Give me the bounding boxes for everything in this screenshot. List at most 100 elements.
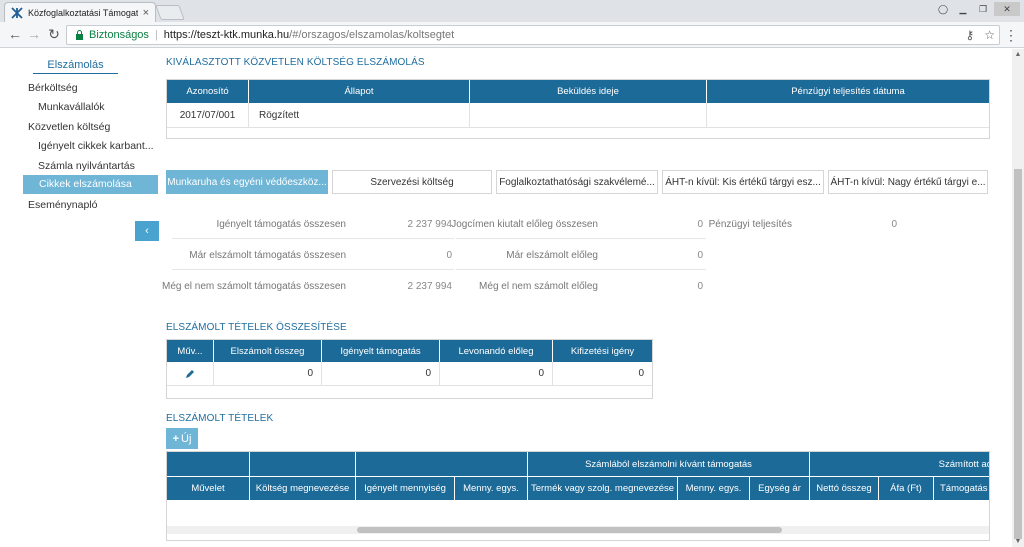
col-header[interactable]: Kifizetési igény [553, 340, 652, 362]
table-cell: 2017/07/001 [167, 103, 249, 127]
aggregate-title: ELSZÁMOLT TÉTELEK ÖSSZESÍTÉSE [166, 322, 347, 333]
col-header[interactable]: Egység ár [750, 477, 810, 500]
col-header[interactable]: Támogatás [934, 477, 989, 500]
window-close-icon[interactable]: ✕ [994, 2, 1020, 16]
col-header[interactable]: Termék vagy szolg. megnevezése [528, 477, 678, 500]
stat-value: 0 [891, 219, 897, 230]
maximize-icon[interactable]: ❐ [974, 2, 992, 16]
reload-icon[interactable]: ↻ [45, 26, 63, 43]
table-cell [707, 103, 989, 127]
table-cell: 0 [214, 362, 322, 385]
sidebar-item-igenyelt-cikkek[interactable]: Igényelt cikkek karbant... [38, 140, 154, 152]
browser-tab[interactable]: Közfoglalkoztatási Támogat × [4, 2, 156, 22]
col-header[interactable]: Igényelt mennyiség [356, 477, 455, 500]
bookmark-star-icon[interactable]: ☆ [984, 28, 995, 42]
window-controls: ◯ ▁ ❐ ✕ [934, 2, 1020, 16]
col-header[interactable]: Menny. egys. [678, 477, 750, 500]
back-arrow-icon[interactable]: ← [6, 26, 24, 42]
table-cell: Rögzített [249, 103, 470, 127]
sidebar-item-cikkek-elszamolasa[interactable]: Cikkek elszámolása [23, 175, 158, 194]
address-bar[interactable]: Biztonságos | https://teszt-ktk.munka.hu… [66, 25, 1000, 45]
stat-value: 0 [446, 250, 452, 261]
sidebar-item-szamla-nyilvantartas[interactable]: Számla nyilvántartás [38, 160, 135, 172]
sidebar-header[interactable]: Elszámolás [33, 59, 118, 74]
scroll-up-icon[interactable]: ▲ [1012, 51, 1024, 58]
vertical-scroll-thumb[interactable] [1014, 169, 1022, 539]
browser-tabstrip: Közfoglalkoztatási Támogat × ◯ ▁ ❐ ✕ [0, 0, 1024, 22]
close-tab-icon[interactable]: × [143, 7, 149, 19]
col-header[interactable]: Áfa (Ft) [879, 477, 934, 500]
secure-label: Biztonságos [89, 29, 149, 41]
lock-icon [76, 30, 83, 40]
tab-szervezesi-koltseg[interactable]: Szervezési költség [332, 170, 492, 194]
items-title: ELSZÁMOLT TÉTELEK [166, 413, 274, 424]
url-host: https://teszt-ktk.munka.hu [163, 29, 290, 41]
sidebar: Elszámolás Bérköltség Munkavállalók Közv… [0, 49, 160, 547]
browser-tab-title: Közfoglalkoztatási Támogat [28, 7, 138, 18]
sidebar-item-berkoltseg[interactable]: Bérköltség [28, 82, 78, 94]
summary-title: KIVÁLASZTOTT KÖZVETLEN KÖLTSÉG ELSZÁMOLÁ… [166, 57, 425, 68]
stat-label: Már elszámolt előleg [506, 250, 598, 261]
items-table: Számlából elszámolni kívánt támogatás Sz… [166, 451, 990, 541]
site-favicon-icon [11, 6, 23, 19]
stat-value: 0 [697, 250, 703, 261]
browser-menu-icon[interactable]: ⋮ [1004, 27, 1018, 44]
stat-label: Igényelt támogatás összesen [216, 219, 346, 230]
add-item-button[interactable]: + Új [166, 428, 198, 449]
table-cell: 0 [322, 362, 440, 385]
table-cell: 0 [638, 368, 644, 379]
col-header[interactable]: Műv... [167, 340, 214, 362]
cost-category-tabs: Munkaruha és egyéni védőeszköz... Szerve… [166, 170, 988, 194]
table-row[interactable]: 2017/07/001 Rögzített [167, 103, 989, 128]
col-header[interactable]: Azonosító [167, 80, 249, 103]
tab-aht-nagy-erteku[interactable]: ÁHT-n kívül: Nagy értékű tárgyi e... [828, 170, 988, 194]
col-header[interactable]: Elszámolt összeg [214, 340, 322, 362]
minimize-icon[interactable]: ▁ [954, 2, 972, 16]
forward-arrow-icon[interactable]: → [25, 26, 43, 42]
horizontal-scrollbar[interactable] [167, 526, 989, 534]
user-icon[interactable]: ◯ [934, 2, 952, 16]
col-header[interactable]: Művelet [167, 477, 250, 500]
tab-aht-kis-erteku[interactable]: ÁHT-n kívül: Kis értékű tárgyi esz... [662, 170, 824, 194]
col-header[interactable]: Állapot [249, 80, 470, 103]
sidebar-item-munkavallalok[interactable]: Munkavállalók [38, 101, 105, 113]
group-header: Számlából elszámolni kívánt támogatás [528, 452, 810, 476]
horizontal-scroll-thumb[interactable] [357, 527, 782, 533]
group-header: Számított ad [810, 452, 989, 476]
plus-icon: + [172, 432, 180, 445]
tab-foglalkoztathatosagi[interactable]: Foglalkoztathatósági szakvélemé... [496, 170, 658, 194]
stat-label: Még el nem számolt előleg [479, 281, 598, 292]
vertical-scrollbar[interactable]: ▲ ▼ [1012, 49, 1024, 547]
url-path: /#/orszagos/elszamolas/koltsegtet [289, 29, 455, 41]
aggregate-table: Műv... Elszámolt összeg Igényelt támogat… [166, 339, 653, 399]
col-header[interactable]: Menny. egys. [455, 477, 528, 500]
col-header[interactable]: Levonandó előleg [440, 340, 553, 362]
chevron-left-icon: ‹ [145, 225, 149, 237]
stat-value: 2 237 994 [407, 281, 453, 292]
stat-value: 2 237 994 [407, 219, 453, 230]
sidebar-item-esemenynaplo[interactable]: Eseménynapló [28, 199, 97, 211]
table-cell [470, 103, 707, 127]
col-header[interactable]: Igényelt támogatás [322, 340, 440, 362]
col-header[interactable]: Pénzügyi teljesítés dátuma [707, 80, 989, 103]
col-header[interactable]: Nettó összeg [810, 477, 879, 500]
add-item-label: Új [181, 432, 192, 445]
pencil-icon [186, 369, 194, 378]
edit-button[interactable] [167, 362, 214, 385]
tab-munkaruha[interactable]: Munkaruha és egyéni védőeszköz... [166, 170, 328, 194]
sidebar-item-kozvetlen-koltseg[interactable]: Közvetlen költség [28, 121, 110, 133]
new-tab-button[interactable] [155, 5, 185, 20]
stat-label: Már elszámolt támogatás összesen [189, 250, 346, 261]
stat-label: Pénzügyi teljesítés [708, 219, 792, 230]
main-content: KIVÁLASZTOTT KÖZVETLEN KÖLTSÉG ELSZÁMOLÁ… [160, 49, 1012, 547]
stat-value: 0 [697, 281, 703, 292]
sidebar-collapse-button[interactable]: ‹ [135, 221, 159, 241]
col-header[interactable]: Költség megnevezése [250, 477, 356, 500]
key-icon[interactable]: ⚷ [965, 28, 974, 42]
browser-toolbar: ← → ↻ Biztonságos | https://teszt-ktk.mu… [0, 22, 1024, 48]
stat-value: 0 [697, 219, 703, 230]
scroll-down-icon[interactable]: ▼ [1012, 538, 1024, 545]
col-header[interactable]: Beküldés ideje [470, 80, 707, 103]
table-cell: 0 [440, 362, 553, 385]
omnibox-actions: ⚷ ☆ [965, 28, 995, 42]
